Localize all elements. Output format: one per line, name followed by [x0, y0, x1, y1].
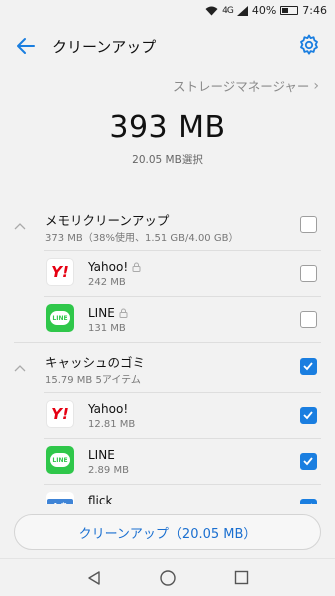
line-icon-text: LINE	[50, 311, 70, 325]
nav-home-icon[interactable]	[159, 569, 177, 587]
check-icon	[303, 457, 313, 466]
app-name: Yahoo!	[88, 260, 129, 274]
cleanup-button[interactable]: クリーンアップ（20.05 MB）	[14, 514, 321, 550]
status-bar: 4G 40% 7:46	[0, 0, 335, 24]
group-memory-cleanup[interactable]: メモリクリーンアップ 373 MB（38%使用、1.51 GB/4.00 GB）	[0, 200, 335, 250]
signal-icon	[236, 5, 248, 16]
line-icon: LINE	[46, 446, 74, 474]
list-item[interactable]: LINE LINE 2.89 MB	[0, 438, 335, 484]
storage-manager-label: ストレージマネージャー	[173, 79, 310, 94]
wifi-icon	[205, 6, 218, 15]
item-checkbox[interactable]	[300, 453, 317, 470]
yahoo-icon: Y!	[46, 258, 74, 286]
check-icon	[303, 362, 313, 371]
battery-icon	[280, 6, 299, 15]
chevron-up-icon[interactable]	[14, 364, 26, 372]
battery-percent: 40%	[251, 4, 277, 17]
line-icon: LINE	[46, 304, 74, 332]
page-title: クリーンアップ	[52, 38, 157, 56]
nav-recent-apps-icon[interactable]	[234, 570, 249, 585]
lock-icon	[119, 308, 128, 318]
selected-size: 20.05 MB選択	[132, 154, 203, 166]
app-bar: クリーンアップ	[0, 24, 335, 68]
app-size: 12.81 MB	[88, 419, 136, 430]
gear-icon[interactable]	[297, 33, 321, 57]
cleanup-list: メモリクリーンアップ 373 MB（38%使用、1.51 GB/4.00 GB）…	[0, 200, 335, 530]
app-size: 242 MB	[88, 277, 126, 288]
total-junk-size: 393 MB	[109, 110, 226, 145]
group-cache-junk[interactable]: キャッシュのゴミ 15.79 MB 5アイテム	[0, 342, 335, 392]
divider	[44, 438, 321, 439]
nav-back-icon[interactable]	[86, 570, 102, 586]
divider	[44, 484, 321, 485]
system-nav-bar	[0, 558, 335, 596]
item-checkbox[interactable]	[300, 311, 317, 328]
group-subtitle: 15.79 MB 5アイテム	[45, 375, 141, 386]
lock-icon	[132, 262, 141, 272]
app-size: 131 MB	[88, 323, 126, 334]
item-checkbox[interactable]	[300, 265, 317, 282]
group-subtitle: 373 MB（38%使用、1.51 GB/4.00 GB）	[45, 233, 239, 244]
network-type-label: 4G	[222, 5, 234, 16]
status-icons: 4G 40% 7:46	[205, 4, 327, 17]
divider	[44, 392, 321, 393]
line-icon-text: LINE	[50, 453, 70, 467]
app-name: LINE	[88, 448, 115, 462]
app-size: 2.89 MB	[88, 465, 129, 476]
chevron-up-icon[interactable]	[14, 222, 26, 230]
yahoo-icon: Y!	[46, 400, 74, 428]
check-icon	[303, 411, 313, 420]
group-checkbox[interactable]	[300, 216, 317, 233]
storage-manager-link[interactable]: ストレージマネージャー ›	[173, 76, 319, 95]
chevron-right-icon: ›	[313, 77, 319, 94]
group-title: キャッシュのゴミ	[45, 355, 146, 370]
status-time: 7:46	[302, 4, 327, 17]
divider	[44, 250, 321, 251]
app-name: LINE	[88, 306, 115, 320]
list-item[interactable]: LINE LINE 131 MB	[0, 296, 335, 342]
divider	[44, 296, 321, 297]
group-title: メモリクリーンアップ	[45, 213, 170, 228]
list-item[interactable]: Y! Yahoo! 242 MB	[0, 250, 335, 296]
back-arrow-icon[interactable]	[14, 34, 38, 58]
list-item[interactable]: Y! Yahoo! 12.81 MB	[0, 392, 335, 438]
app-name: Yahoo!	[88, 402, 129, 416]
group-checkbox[interactable]	[300, 358, 317, 375]
item-checkbox[interactable]	[300, 407, 317, 424]
divider	[14, 342, 321, 343]
